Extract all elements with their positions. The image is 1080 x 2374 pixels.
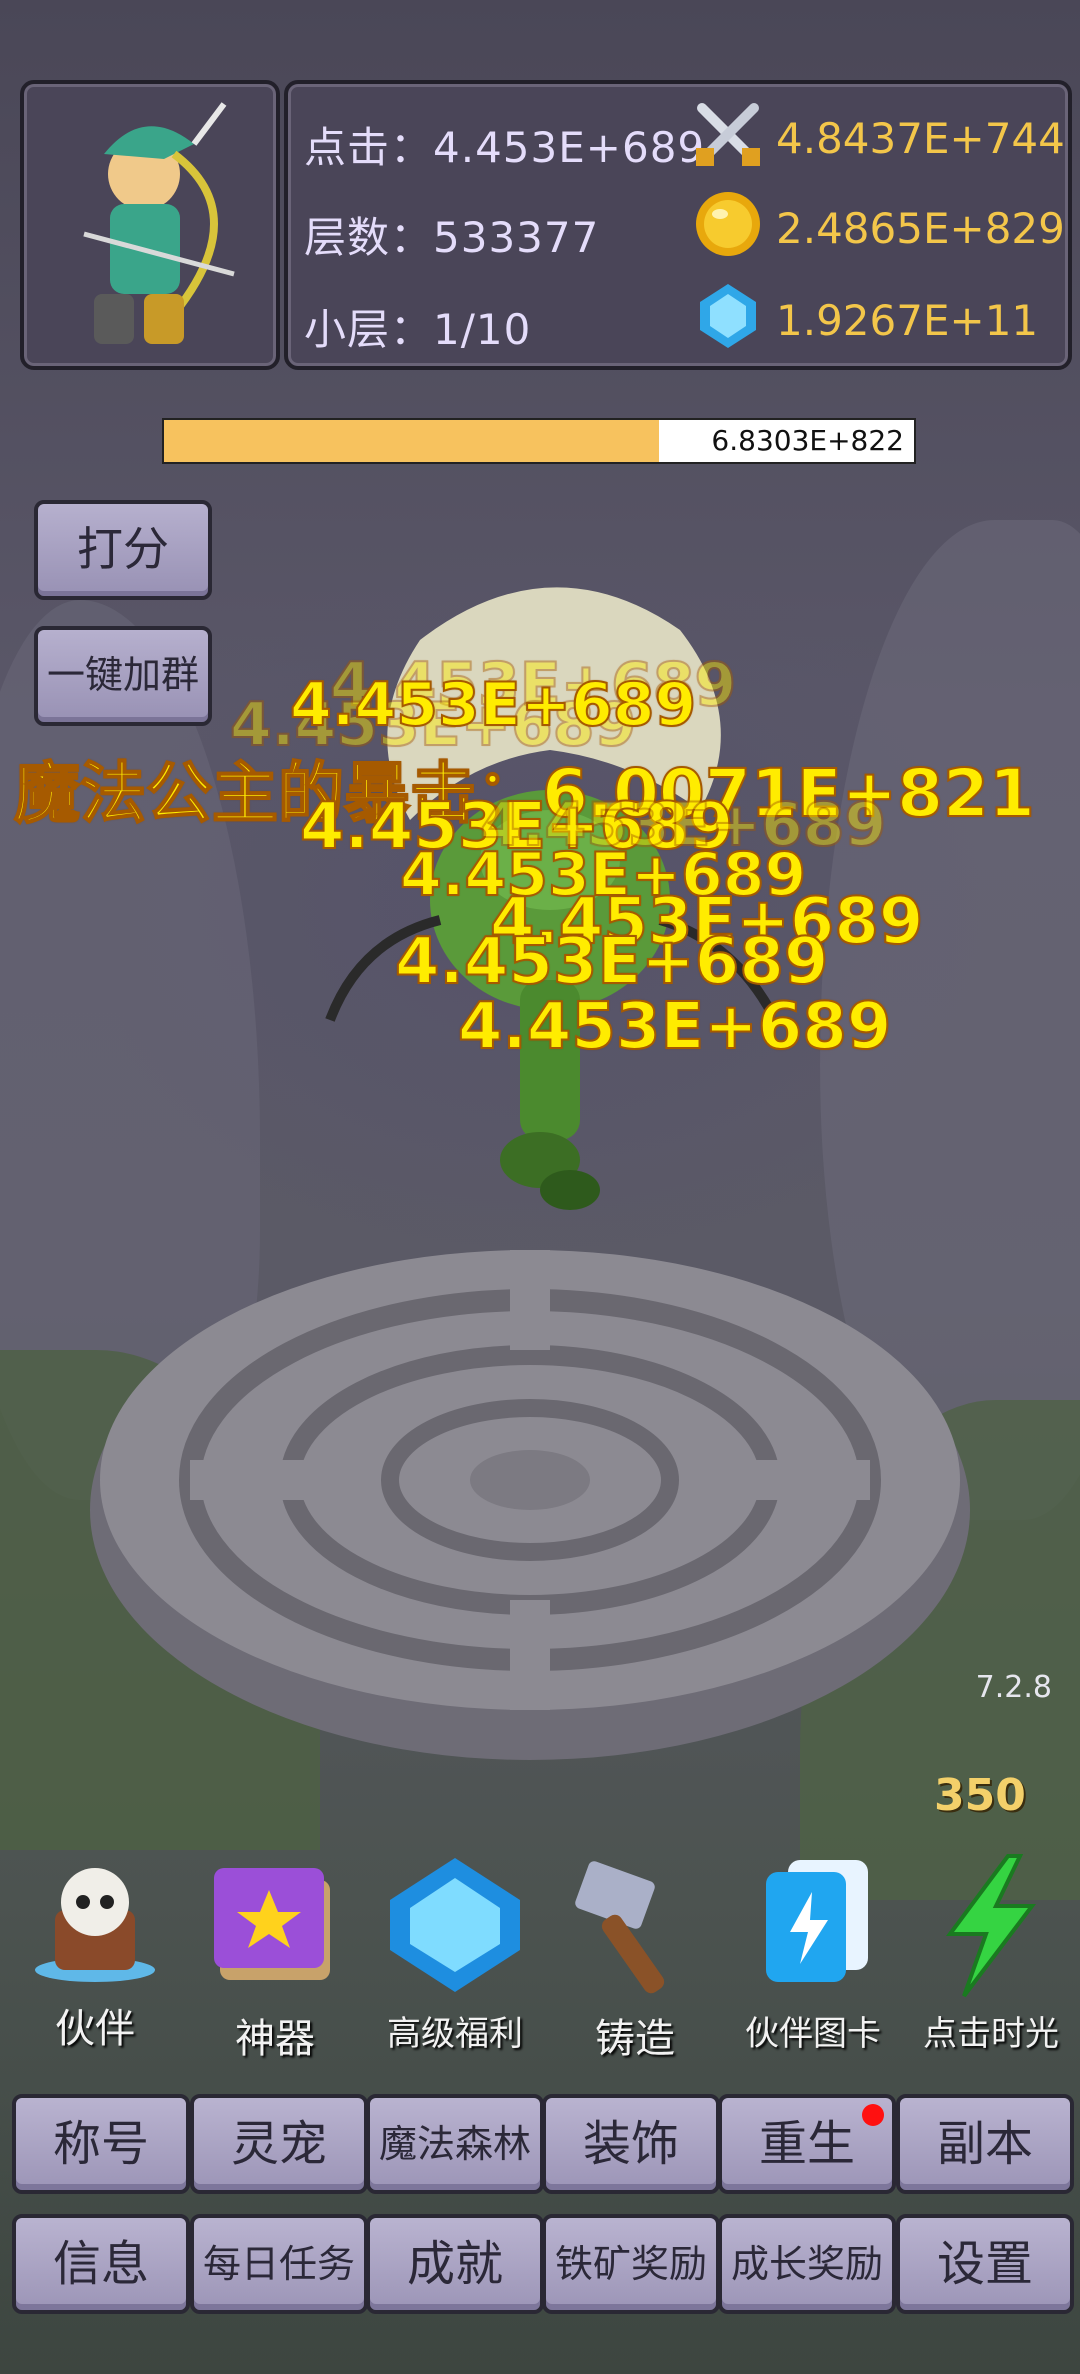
damage-number: 4.453E+689 [289,669,697,741]
feature-label: 伙伴 [55,2006,135,2052]
feature-label: 伙伴图卡 [745,2014,881,2054]
menu-rebirth-button[interactable]: 重生 [718,2094,896,2194]
artifact-book-icon [214,1868,330,1980]
menu-info-button[interactable]: 信息 [12,2214,190,2314]
menu-decoration-button[interactable]: 装饰 [542,2094,720,2194]
feature-label: 神器 [235,2016,315,2062]
feature-premium-welfare[interactable]: 高级福利 [370,1850,540,2055]
feature-label: 铸造 [595,2016,675,2062]
energy-counter: 350 [934,1770,1026,1821]
hero-portrait[interactable] [20,80,280,370]
damage-number: 4.453E+689 [394,924,829,1000]
feature-label: 点击时光 [923,2014,1059,2054]
stats-panel: 点击：4.453E+689 层数：533377 小层：1/10 4.8437E+… [284,80,1072,370]
menu-achievements-button[interactable]: 成就 [366,2214,544,2314]
feature-partner[interactable]: 伙伴 [10,1850,180,2054]
menu-growth-reward-button[interactable]: 成长奖励 [718,2214,896,2314]
feature-forge[interactable]: 铸造 [550,1850,720,2064]
hammer-icon [575,1861,665,1994]
subfloor-progress: 小层：1/10 [304,305,532,354]
join-group-button[interactable]: 一键加群 [34,626,212,726]
menu-settings-button[interactable]: 设置 [896,2214,1074,2314]
rate-button[interactable]: 打分 [34,500,212,600]
boss-hp-fill [164,420,659,462]
menu-pet-button[interactable]: 灵宠 [190,2094,368,2194]
click-power: 点击：4.453E+689 [304,123,706,172]
feature-artifact[interactable]: 神器 [190,1850,360,2064]
lightning-icon [946,1854,1037,1998]
menu-magic-forest-button[interactable]: 魔法森林 [366,2094,544,2194]
stone-platform [90,1250,970,1760]
cards-icon [766,1860,868,1982]
damage-number: 4.453E+689 [457,989,892,1065]
gold-value: 2.4865E+829 [776,204,1065,253]
menu-daily-tasks-button[interactable]: 每日任务 [190,2214,368,2314]
diamond-icon [390,1858,520,1992]
menu-iron-reward-button[interactable]: 铁矿奖励 [542,2214,720,2314]
feature-click-time[interactable]: 点击时光 [906,1850,1076,2055]
skull-partner-icon [35,1868,155,1982]
menu-title-button[interactable]: 称号 [12,2094,190,2194]
feature-partner-cards[interactable]: 伙伴图卡 [728,1850,898,2055]
version-label: 7.2.8 [975,1670,1052,1705]
rebirth-label: 重生 [758,2116,855,2172]
crossed-swords-icon [696,103,760,166]
blue-gem-icon [700,284,756,348]
boss-hp-bar: 6.8303E+822 [162,418,916,464]
boss-hp-text: 6.8303E+822 [711,424,904,457]
floor-count: 层数：533377 [304,213,600,262]
feature-label: 高级福利 [387,2014,523,2054]
attack-value: 4.8437E+744 [776,114,1065,163]
gem-value: 1.9267E+11 [776,296,1039,345]
hero-archer-icon [83,102,235,344]
gold-coin-icon [696,192,760,256]
menu-dungeon-button[interactable]: 副本 [896,2094,1074,2194]
notification-dot [862,2104,884,2126]
